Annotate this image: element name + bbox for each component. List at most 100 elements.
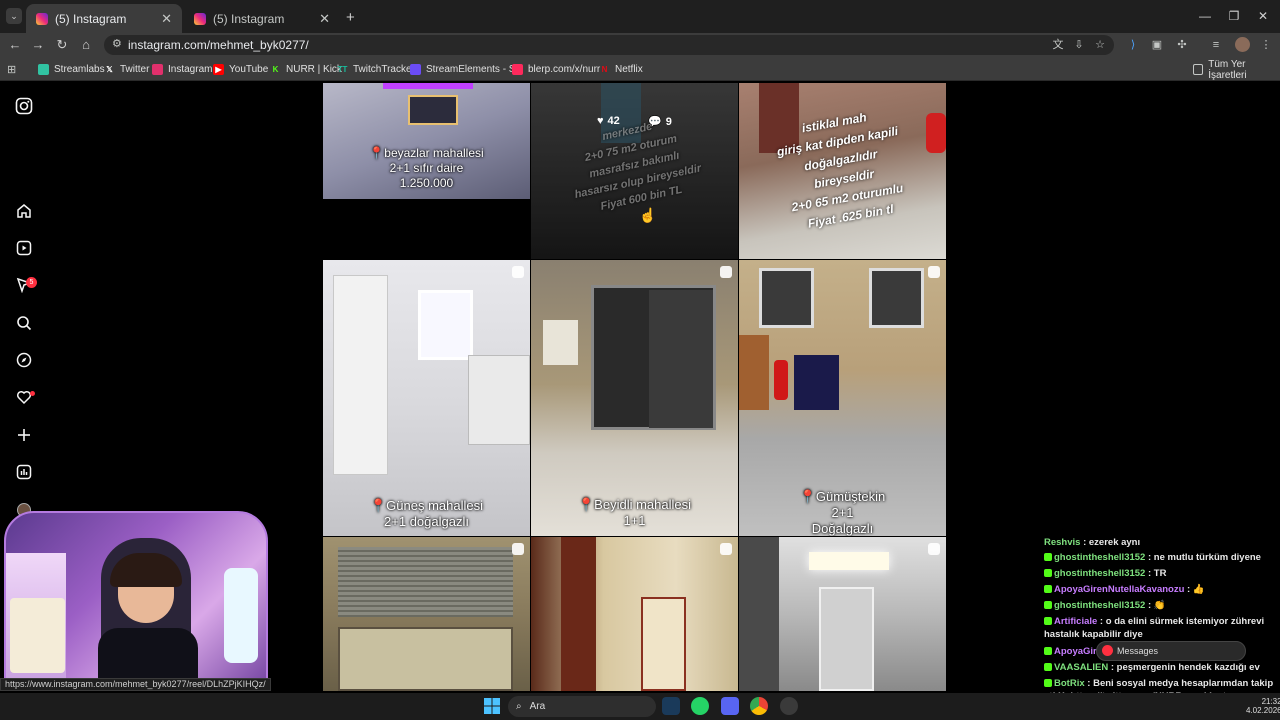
twitchtracker-icon: TT	[337, 65, 348, 74]
tab-search-button[interactable]: ⌄	[6, 8, 22, 24]
whatsapp-icon[interactable]	[691, 697, 709, 715]
reload-icon[interactable]: ↻	[52, 36, 72, 54]
back-arrow-icon[interactable]: ←	[5, 36, 25, 54]
post-tile-1[interactable]: 📍beyazlar mahallesi 2+1 sıfır daire 1.25…	[323, 83, 530, 199]
translate-icon[interactable]: 文	[1050, 37, 1066, 53]
taskbar-search[interactable]: ⌕ Ara	[508, 696, 656, 717]
messages-popup[interactable]: Messages	[1096, 641, 1246, 661]
all-bookmarks-folder[interactable]: Tüm Yer İşaretleri	[1193, 59, 1280, 81]
clock-time: 21:32	[1261, 697, 1280, 706]
folder-icon	[1193, 64, 1204, 75]
dashboard-icon[interactable]	[14, 464, 34, 484]
kick-badge-icon	[1044, 569, 1052, 578]
extensions-puzzle-icon[interactable]: ✣	[1174, 37, 1190, 53]
comments-stat: 💬 9	[648, 115, 672, 129]
maximize-icon[interactable]: ❐	[1221, 6, 1247, 26]
hover-dim	[531, 83, 738, 259]
discord-icon[interactable]	[721, 697, 739, 715]
likes-stat: ♥ 42	[597, 115, 620, 127]
reel-icon	[928, 543, 940, 555]
clock[interactable]: 21:32 4.02.2026	[1246, 697, 1280, 715]
youtube-icon: ▶	[213, 64, 224, 75]
close-tab-icon[interactable]: ✕	[319, 11, 330, 27]
post-tile-7[interactable]	[323, 537, 530, 691]
create-plus-icon[interactable]	[14, 427, 34, 447]
forward-arrow-icon[interactable]: →	[28, 36, 48, 54]
install-app-icon[interactable]: ⇩	[1071, 37, 1087, 53]
kick-badge-icon	[1044, 601, 1052, 610]
ceiling-light-image	[809, 552, 889, 570]
tab-instagram-1[interactable]: (5) Instagram ✕	[26, 4, 182, 33]
window-image	[408, 95, 458, 125]
close-window-icon[interactable]: ✕	[1250, 6, 1276, 26]
window-image	[418, 290, 473, 360]
minimize-icon[interactable]: —	[1192, 6, 1218, 26]
notification-dot	[30, 391, 35, 396]
profile-avatar[interactable]	[1235, 37, 1250, 52]
windows-start-icon[interactable]	[484, 698, 500, 714]
blue-door-image	[794, 355, 839, 410]
kitchen-cabinet-image	[468, 355, 530, 445]
search-icon[interactable]	[14, 315, 34, 335]
barred-window-image	[869, 268, 924, 328]
bookmark-twitter[interactable]: 𝕏 Twitter	[104, 62, 149, 77]
apps-grid-icon[interactable]: ⊞	[7, 63, 16, 76]
home-icon[interactable]	[14, 203, 34, 223]
shop-front-image	[338, 627, 513, 691]
chat-message: ghostintheshell3152 : TR	[1044, 567, 1280, 580]
post-tile-5[interactable]: 📍Beyidli mahallesi 1+1	[531, 260, 738, 536]
explore-icon[interactable]	[14, 352, 34, 372]
home-icon[interactable]: ⌂	[76, 36, 96, 54]
clock-date: 4.02.2026	[1246, 706, 1280, 715]
post-caption: 📍Güneş mahallesi 2+1 doğalgazlı	[369, 498, 483, 529]
bookmark-instagram[interactable]: Instagram	[152, 62, 212, 77]
post-tile-9[interactable]	[739, 537, 946, 691]
media-control-icon[interactable]: ≡	[1208, 37, 1224, 53]
obs-icon[interactable]	[780, 697, 798, 715]
chat-message: Reshvis : ezerek aynı	[1044, 537, 1141, 548]
wooden-door-image	[739, 335, 769, 410]
chat-message: ApoyaGirenNutellaKavanozu : 👍	[1044, 583, 1280, 596]
address-bar[interactable]: ⚙ instagram.com/mehmet_byk0277/	[104, 35, 1114, 55]
instagram-favicon-icon	[36, 12, 48, 25]
bookmark-blerp[interactable]: blerp.com/x/nurr	[512, 62, 600, 77]
chat-message: ghostintheshell3152 : 👏	[1044, 599, 1280, 612]
extension-2-icon[interactable]: ▣	[1149, 37, 1165, 53]
location-pin-icon: 📍	[577, 497, 595, 512]
tab-instagram-2[interactable]: (5) Instagram ✕	[184, 4, 340, 33]
site-info-icon[interactable]: ⚙	[112, 38, 124, 51]
reel-icon	[720, 266, 732, 278]
inner-door-image	[641, 597, 686, 691]
kick-badge-icon	[1044, 585, 1052, 594]
wall-image	[739, 537, 779, 691]
bookmark-netflix[interactable]: N Netflix	[599, 62, 643, 77]
search-icon: ⌕	[516, 701, 522, 712]
instagram-logo-icon[interactable]	[14, 97, 34, 117]
new-tab-button[interactable]: +	[346, 9, 355, 26]
post-tile-1-letterbox	[323, 199, 530, 259]
bookmark-streamlabs[interactable]: Streamlabs	[38, 62, 105, 77]
post-caption: 📍Gümüştekin 2+1 Doğalgazlı	[799, 489, 886, 536]
post-tile-4[interactable]: 📍Güneş mahallesi 2+1 doğalgazlı	[323, 260, 530, 536]
post-tile-8[interactable]	[531, 537, 738, 691]
post-tile-3[interactable]: istiklal mah giriş kat dipden kapili doğ…	[739, 83, 946, 259]
link-status-bubble: https://www.instagram.com/mehmet_byk0277…	[0, 678, 271, 691]
instagram-favicon-icon	[194, 12, 206, 25]
bookmark-streamelements[interactable]: StreamElements - S...	[410, 62, 524, 77]
bookmark-youtube[interactable]: ▶ YouTube	[213, 62, 268, 77]
bookmark-kick[interactable]: K NURR | Kick	[270, 62, 342, 77]
bookmark-twitchtracker[interactable]: TT TwitchTracker	[337, 62, 415, 77]
post-tile-2[interactable]: merkezde 2+0 75 m2 oturum masrafsız bakı…	[531, 83, 738, 259]
chrome-icon[interactable]	[750, 697, 768, 715]
close-tab-icon[interactable]: ✕	[161, 11, 172, 27]
post-caption: 📍beyazlar mahallesi 2+1 sıfır daire 1.25…	[369, 146, 484, 190]
kick-badge-icon	[1044, 617, 1052, 626]
reel-icon	[512, 266, 524, 278]
reels-icon[interactable]	[14, 240, 34, 260]
post-tile-6[interactable]: 📍Gümüştekin 2+1 Doğalgazlı	[739, 260, 946, 536]
extension-icon[interactable]: ⟩	[1125, 37, 1141, 53]
steam-icon[interactable]	[662, 697, 680, 715]
menu-kebab-icon[interactable]: ⋮	[1258, 37, 1274, 53]
bookmark-star-icon[interactable]: ☆	[1092, 37, 1108, 53]
instagram-icon	[152, 64, 163, 75]
